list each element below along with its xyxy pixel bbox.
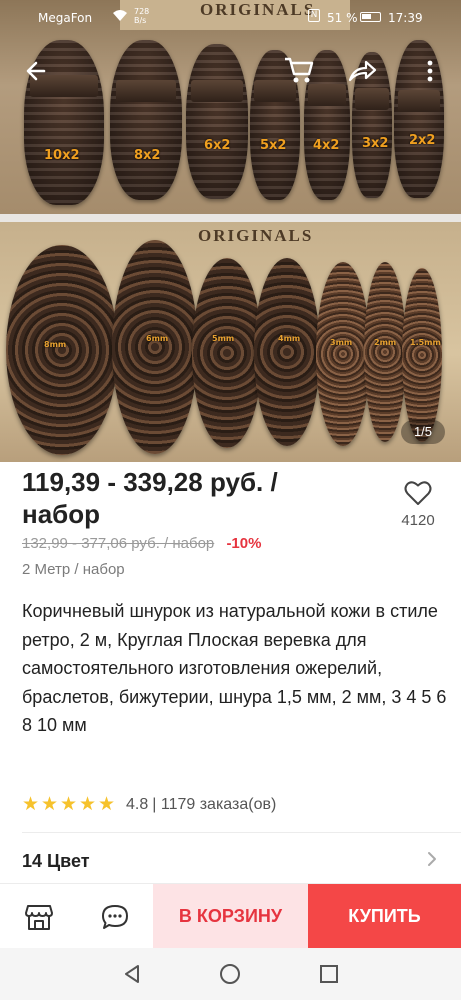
round-coil-6mm xyxy=(112,240,198,454)
size-label: 4x2 xyxy=(313,138,340,153)
more-vertical-icon[interactable] xyxy=(420,56,440,86)
chat-button[interactable] xyxy=(77,884,153,949)
wishlist-count: 4120 xyxy=(401,512,435,529)
chevron-right-icon xyxy=(428,852,436,866)
wishlist-button[interactable]: 4120 xyxy=(396,480,440,529)
divider xyxy=(22,832,461,833)
star-icon: ★ xyxy=(79,794,97,815)
round-coil-1.5mm xyxy=(402,268,442,442)
battery-icon xyxy=(360,12,381,22)
discount-badge: -10% xyxy=(226,535,262,552)
cart-icon[interactable] xyxy=(282,54,316,86)
back-arrow-icon[interactable] xyxy=(22,56,52,86)
old-price: 132,99 - 377,06 руб. / набор xyxy=(22,535,215,552)
nav-home-icon[interactable] xyxy=(218,962,242,986)
flat-coil-8x2 xyxy=(110,40,182,200)
size-label: 3mm xyxy=(330,338,353,347)
nav-back-icon[interactable] xyxy=(120,962,144,986)
product-image[interactable]: ORIGINALS 10x2 8x2 6x2 5x2 4x2 3x2 2x2 O… xyxy=(0,0,461,462)
network-speed-unit: B/s xyxy=(134,16,147,25)
nfc-icon: N xyxy=(308,9,320,22)
size-label: 3x2 xyxy=(362,136,389,151)
size-label: 2x2 xyxy=(409,133,436,148)
size-label: 8x2 xyxy=(134,148,161,163)
battery-percent: 51 % xyxy=(327,11,358,25)
network-speed-value: 728 xyxy=(134,7,150,16)
status-bar: MegaFon 728 B/s N 51 % 17:39 xyxy=(0,0,461,34)
product-title: Коричневый шнурок из натуральной кожи в … xyxy=(22,601,447,735)
size-label: 6x2 xyxy=(204,138,231,153)
network-speed: 728 B/s xyxy=(134,7,149,25)
share-icon[interactable] xyxy=(346,56,378,86)
size-label: 5mm xyxy=(212,334,235,343)
size-label: 1.5mm xyxy=(410,338,441,347)
wifi-icon xyxy=(112,9,128,26)
orders-count: | 1179 заказа(ов) xyxy=(152,796,277,813)
carrier-name: MegaFon xyxy=(38,11,93,25)
round-coil-4mm xyxy=(254,258,320,446)
store-button[interactable] xyxy=(0,884,77,949)
system-nav-bar xyxy=(0,948,461,1000)
image-pager: 1/5 xyxy=(401,420,445,444)
nav-recent-icon[interactable] xyxy=(317,962,341,986)
round-coil-3mm xyxy=(316,262,370,446)
flat-coil-6x2 xyxy=(186,44,248,199)
size-label: 4mm xyxy=(278,334,301,343)
color-count: 14 Цвет xyxy=(22,851,90,871)
round-coil-8mm xyxy=(6,245,118,455)
brand-text-bottom: ORIGINALS xyxy=(198,226,314,245)
old-price-row: 132,99 - 377,06 руб. / набор -10% xyxy=(22,535,261,552)
add-to-cart-button[interactable]: В КОРЗИНУ xyxy=(153,884,308,949)
size-label: 2mm xyxy=(374,338,397,347)
round-coil-2mm xyxy=(364,262,406,442)
product-price: 119,39 - 339,28 руб. / набор xyxy=(22,467,278,529)
unit-info: 2 Метр / набор xyxy=(22,561,125,578)
action-bar: В КОРЗИНУ КУПИТЬ xyxy=(0,883,461,949)
photo-divider xyxy=(0,214,461,222)
rating-value: 4.8 xyxy=(126,796,149,813)
heart-icon xyxy=(404,481,432,505)
size-label: 10x2 xyxy=(44,148,80,163)
star-icon: ★ xyxy=(98,794,116,815)
round-coil-5mm xyxy=(192,258,262,448)
star-icon: ★ xyxy=(41,794,59,815)
buy-now-button[interactable]: КУПИТЬ xyxy=(308,884,461,949)
clock: 17:39 xyxy=(388,11,423,25)
size-label: 8mm xyxy=(44,340,67,349)
rating-stars: ★ ★ ★ ★ ★ xyxy=(22,795,117,815)
chat-icon xyxy=(102,904,128,929)
rating-row[interactable]: ★ ★ ★ ★ ★ 4.8 | 1179 заказа(ов) xyxy=(22,794,276,816)
star-icon: ★ xyxy=(22,794,40,815)
star-icon: ★ xyxy=(60,794,78,815)
size-label: 5x2 xyxy=(260,138,287,153)
store-icon xyxy=(24,904,53,930)
size-label: 6mm xyxy=(146,334,169,343)
color-selector[interactable]: 14 Цвет xyxy=(0,836,461,882)
